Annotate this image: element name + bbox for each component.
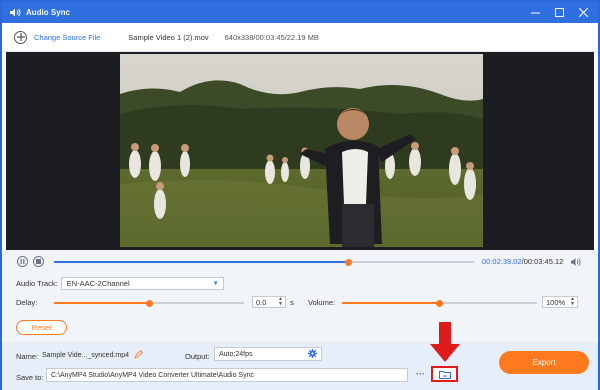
save-to-label: Save to: xyxy=(16,373,44,382)
output-format-field[interactable]: Auto;24fps xyxy=(214,347,322,361)
volume-value: 100% xyxy=(546,297,566,307)
stop-button[interactable] xyxy=(33,256,44,267)
output-panel: Name: Sample Vide..._synced.mp4 Output: … xyxy=(2,342,598,390)
audio-sync-window: Audio Sync Change Source File Sample Vid… xyxy=(0,0,600,390)
pause-button[interactable] xyxy=(17,256,28,267)
output-label: Output: xyxy=(185,352,210,361)
edit-name-icon[interactable] xyxy=(134,350,143,361)
audio-track-value: EN-AAC-2Channel xyxy=(66,279,130,288)
playback-bar: 00:02:39.02/00:03:45.12 xyxy=(2,252,598,272)
red-arrow-indicator-icon xyxy=(430,322,460,362)
save-path-input[interactable]: C:\AnyMP4 Studio\AnyMP4 Video Converter … xyxy=(46,368,408,382)
more-options-button[interactable]: ··· xyxy=(416,369,425,379)
add-source-icon[interactable] xyxy=(14,30,27,44)
volume-slider-fill xyxy=(342,302,440,304)
current-time: 00:02:39.02 xyxy=(482,257,522,266)
volume-slider-handle[interactable] xyxy=(436,299,443,307)
close-button[interactable] xyxy=(578,8,588,18)
playback-progress-track[interactable] xyxy=(54,258,474,266)
total-time: /00:03:45.12 xyxy=(521,257,564,266)
minimize-button[interactable] xyxy=(530,8,540,18)
save-path-value: C:\AnyMP4 Studio\AnyMP4 Video Converter … xyxy=(51,371,254,379)
audio-sync-app-icon xyxy=(8,7,22,19)
delay-label: Delay: xyxy=(16,298,38,307)
reset-button[interactable]: Reset xyxy=(16,320,67,335)
export-button[interactable]: Export xyxy=(499,351,589,374)
volume-label: Volume: xyxy=(308,298,336,307)
delay-slider[interactable] xyxy=(54,299,244,307)
audio-track-label: Audio Track: xyxy=(16,279,58,288)
audio-track-row: Audio Track: EN-AAC-2Channel ▼ xyxy=(16,277,224,290)
name-label: Name: xyxy=(16,352,39,361)
open-folder-button[interactable] xyxy=(431,366,458,382)
maximize-button[interactable] xyxy=(554,8,564,18)
delay-slider-fill xyxy=(54,302,149,304)
delay-unit: s xyxy=(290,298,294,307)
volume-slider[interactable] xyxy=(342,299,537,307)
delay-spinner-icon[interactable]: ▲ ▼ xyxy=(278,297,283,307)
video-preview-area xyxy=(6,52,594,250)
folder-icon xyxy=(438,370,451,379)
delay-slider-handle[interactable] xyxy=(145,299,153,307)
output-name: Sample Vide..._synced.mp4 xyxy=(42,352,130,359)
audio-track-select[interactable]: EN-AAC-2Channel ▼ xyxy=(60,277,224,290)
playback-progress-handle[interactable] xyxy=(344,258,352,266)
gear-icon[interactable] xyxy=(308,348,317,360)
video-frame xyxy=(120,54,483,247)
playback-progress-fill xyxy=(54,261,348,263)
volume-spinner-icon[interactable]: ▲ ▼ xyxy=(570,297,575,307)
title-bar: Audio Sync xyxy=(2,2,598,23)
source-file-meta: 640x338/00:03:45/22.19 MB xyxy=(224,32,319,42)
chevron-down-icon: ▼ xyxy=(212,280,219,287)
sync-controls-panel: 00:02:39.02/00:03:45.12 Audio Track: EN-… xyxy=(2,250,598,342)
timecode: 00:02:39.02/00:03:45.12 xyxy=(482,257,563,266)
source-file-name: Sample Video 1 (2).mov xyxy=(128,32,209,42)
window-title: Audio Sync xyxy=(26,8,71,17)
change-source-file-button[interactable]: Change Source File xyxy=(34,33,100,42)
output-format-value: Auto;24fps xyxy=(219,350,253,358)
source-toolbar: Change Source File Sample Video 1 (2).mo… xyxy=(2,23,598,52)
volume-icon[interactable] xyxy=(570,257,582,269)
delay-value: 0.0 xyxy=(256,297,267,307)
